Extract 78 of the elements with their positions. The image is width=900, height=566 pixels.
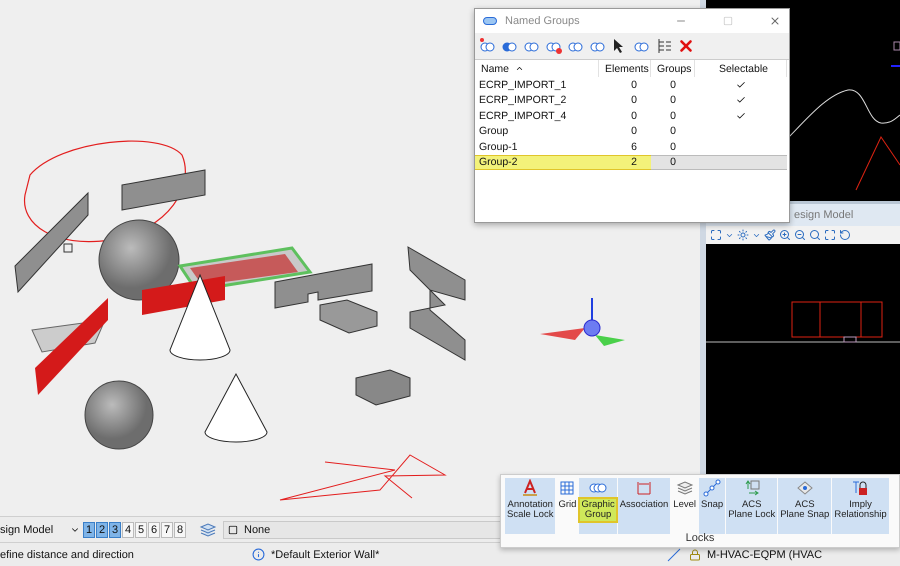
zoom-out-icon[interactable] bbox=[794, 229, 806, 242]
lock-toggle-button[interactable]: Snap bbox=[699, 478, 726, 534]
lock-toggle-button[interactable]: ACS Plane Snap bbox=[778, 478, 832, 534]
level-icon bbox=[228, 524, 238, 535]
dimension-icon[interactable] bbox=[635, 479, 653, 497]
axis-line bbox=[891, 65, 900, 67]
letter-a-ruler-icon[interactable] bbox=[521, 479, 540, 497]
lock-toggle-button[interactable]: Grid bbox=[556, 478, 578, 534]
table-cell[interactable]: Group-1 bbox=[475, 139, 599, 154]
plane-arrows-icon[interactable] bbox=[742, 479, 761, 497]
element-template: *Default Exterior Wall* bbox=[271, 548, 380, 561]
dialog-title: Named Groups bbox=[505, 15, 581, 27]
lock-toggle-button[interactable]: Imply Relationship bbox=[832, 478, 889, 534]
table-cell-text: 0 bbox=[630, 124, 638, 139]
lock-toggle-button[interactable]: ACS Plane Lock bbox=[726, 478, 778, 534]
table-cell-text: 0 bbox=[669, 93, 677, 108]
view-toggle-button[interactable]: 2 bbox=[96, 522, 108, 538]
active-level: M-HVAC-EQPM (HVAC bbox=[707, 548, 822, 561]
lock-toggle-button[interactable]: Graphic Group bbox=[579, 478, 617, 534]
table-cell-text: 0 bbox=[669, 78, 677, 92]
view-toggle-button[interactable]: 3 bbox=[109, 522, 121, 538]
box bbox=[320, 299, 378, 334]
close-icon[interactable] bbox=[769, 15, 781, 27]
cursor-icon bbox=[64, 244, 72, 252]
view-toggle-button[interactable]: 1 bbox=[83, 522, 95, 538]
sphere bbox=[84, 380, 154, 450]
view-toggle-button[interactable]: 6 bbox=[148, 522, 160, 538]
marker-icon bbox=[894, 42, 900, 50]
column-header[interactable]: Groups bbox=[651, 60, 695, 77]
group-label: Locks bbox=[686, 532, 714, 544]
status-prompt: efine distance and direction bbox=[0, 548, 135, 561]
cone bbox=[204, 374, 268, 442]
padlock-icon[interactable] bbox=[851, 479, 870, 497]
fit-view-icon[interactable] bbox=[824, 229, 836, 242]
view-toggle-button[interactable]: 8 bbox=[174, 522, 186, 538]
view-window-icon[interactable] bbox=[710, 229, 722, 242]
table-cell-text: 6 bbox=[630, 140, 638, 154]
view-title: esign Model bbox=[794, 209, 854, 222]
layers-icon[interactable] bbox=[676, 479, 694, 497]
grid-icon[interactable] bbox=[558, 479, 576, 497]
table-cell-text: 0 bbox=[630, 93, 638, 108]
column-header[interactable]: Selectable bbox=[695, 60, 787, 77]
rotate-icon[interactable] bbox=[839, 229, 851, 242]
table-cell: 0 bbox=[651, 154, 695, 170]
layers-icon[interactable] bbox=[199, 520, 217, 539]
table-cell: 2 bbox=[599, 154, 651, 170]
table-cell-text: 0 bbox=[669, 108, 677, 124]
polyline bbox=[856, 136, 900, 190]
marker-icon bbox=[844, 336, 856, 343]
table-cell-text: 0 bbox=[669, 124, 677, 139]
table-cell-text: 0 bbox=[630, 108, 638, 124]
table-cell-text: 0 bbox=[669, 140, 677, 154]
view-toggle-button[interactable]: 5 bbox=[135, 522, 147, 538]
table-cell-text: 0 bbox=[630, 78, 638, 92]
snap-line-icon[interactable] bbox=[703, 479, 722, 497]
plane-snap-icon[interactable] bbox=[796, 479, 814, 497]
linked-circles-icon bbox=[483, 17, 497, 25]
axis-triad-icon bbox=[540, 298, 625, 346]
box bbox=[356, 369, 410, 406]
table-cell[interactable]: ECRP_IMPORT_4 bbox=[475, 108, 599, 124]
lock-toggle-button[interactable]: Annotation Scale Lock bbox=[505, 478, 556, 534]
view-toggle-button[interactable]: 7 bbox=[161, 522, 173, 538]
zoom-in-icon[interactable] bbox=[779, 229, 791, 242]
snap-line-icon[interactable] bbox=[665, 546, 683, 564]
brush-icon[interactable] bbox=[764, 229, 776, 242]
model-dropdown[interactable]: sign Model bbox=[0, 522, 83, 538]
table-cell[interactable]: Group bbox=[475, 124, 599, 139]
delete-icon[interactable] bbox=[677, 37, 695, 55]
table-cell[interactable]: ECRP_IMPORT_1 bbox=[475, 77, 599, 92]
sun-icon[interactable] bbox=[737, 229, 749, 242]
column-header[interactable]: Elements bbox=[599, 60, 651, 77]
table-cell[interactable]: ECRP_IMPORT_2 bbox=[475, 92, 599, 108]
view-toggle-button[interactable]: 4 bbox=[122, 522, 134, 538]
lock-toggle-button[interactable]: Association bbox=[618, 478, 670, 534]
lock-toggle-button[interactable]: Level bbox=[671, 478, 698, 534]
table-cell[interactable]: Group-2 bbox=[475, 154, 599, 170]
column-header[interactable]: Name bbox=[475, 60, 599, 77]
search-icon[interactable] bbox=[809, 229, 821, 242]
